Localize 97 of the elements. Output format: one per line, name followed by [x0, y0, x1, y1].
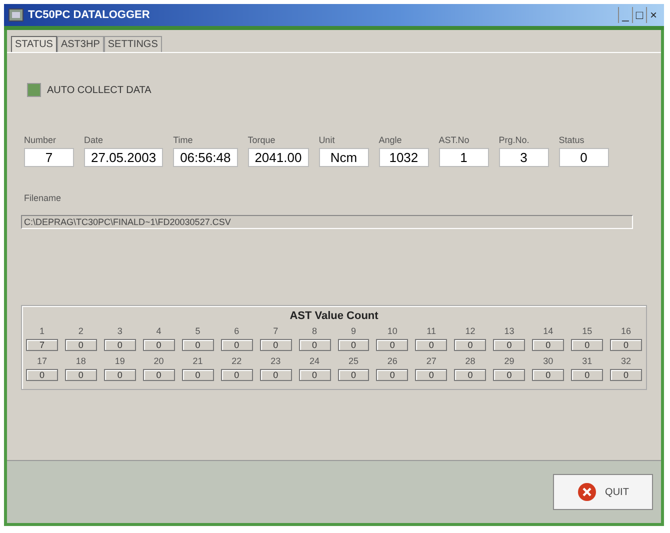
count-field: 0 — [610, 339, 642, 351]
count-label: 8 — [312, 326, 318, 336]
count-label: 12 — [465, 326, 476, 336]
count-field: 0 — [376, 369, 408, 381]
field-label: Date — [84, 135, 104, 145]
checkbox[interactable] — [27, 83, 41, 97]
count-field: 0 — [493, 369, 526, 381]
count-field: 0 — [142, 339, 175, 351]
count-label: 26 — [387, 356, 398, 366]
count-label: 1 — [39, 326, 44, 336]
tab[interactable]: SETTINGS — [104, 36, 162, 52]
field-label: Filename — [23, 193, 62, 203]
count-field: 0 — [610, 369, 642, 381]
count-label: 32 — [621, 356, 632, 366]
count-label: 16 — [621, 326, 632, 336]
count-label: 25 — [348, 356, 358, 366]
count-label: 19 — [114, 356, 125, 366]
filename-field[interactable]: C:\DEPRAG\TC30PC\FINALD~1\FD20030527.CSV — [21, 215, 633, 229]
count-label: 14 — [543, 326, 554, 336]
group-title: AST Value Count — [290, 310, 378, 322]
count-field: 0 — [64, 339, 97, 351]
count-field: 0 — [220, 339, 253, 351]
count-field: 0 — [338, 339, 370, 351]
tab[interactable]: STATUS — [11, 36, 57, 52]
field-label: Angle — [378, 135, 402, 145]
count-field: 0 — [454, 339, 486, 351]
count-field: 0 — [338, 369, 370, 381]
count-field: 0 — [104, 369, 136, 381]
count-label: 4 — [156, 326, 162, 336]
count-label: 18 — [76, 356, 86, 366]
value-field[interactable]: 1 — [438, 148, 489, 167]
maximize-button[interactable]: □ — [632, 7, 646, 23]
count-label: 20 — [154, 356, 164, 366]
count-field: 0 — [376, 339, 408, 351]
window-title: TC50PC DATALOGGER — [28, 9, 151, 21]
minimize-button[interactable]: _ — [618, 7, 632, 23]
close-icon — [577, 482, 598, 502]
value-field[interactable]: 06:56:48 — [173, 148, 238, 167]
value-field[interactable]: 27.05.2003 — [84, 148, 164, 167]
count-field: 0 — [220, 369, 253, 381]
tab[interactable]: AST3HP — [56, 36, 104, 52]
count-field: 7 — [26, 339, 58, 351]
count-field: 0 — [298, 339, 330, 351]
checkbox-label: AUTO COLLECT DATA — [47, 84, 152, 96]
count-label: 31 — [582, 356, 592, 366]
field-label: Status — [558, 135, 584, 145]
count-field: 0 — [493, 339, 526, 351]
count-field: 0 — [415, 369, 448, 381]
count-label: 28 — [465, 356, 476, 366]
count-field: 0 — [571, 369, 604, 381]
count-field: 0 — [260, 339, 292, 351]
value-field[interactable]: 1032 — [378, 148, 429, 167]
count-field: 0 — [415, 339, 448, 351]
count-label: 5 — [195, 326, 200, 336]
count-label: 9 — [350, 326, 356, 336]
count-label: 15 — [582, 326, 592, 336]
count-field: 0 — [532, 369, 564, 381]
field-label: AST.No — [438, 135, 470, 145]
value-field[interactable]: Ncm — [318, 148, 369, 167]
count-field: 0 — [182, 369, 214, 381]
count-label: 10 — [387, 326, 398, 336]
count-field: 0 — [571, 339, 604, 351]
value-field[interactable]: 7 — [24, 148, 74, 167]
count-field: 0 — [260, 369, 292, 381]
field-label: Torque — [248, 135, 276, 145]
count-field: 0 — [64, 369, 97, 381]
value-field[interactable]: 2041.00 — [248, 148, 309, 167]
count-field: 0 — [26, 369, 58, 381]
count-label: 30 — [543, 356, 554, 366]
count-label: 7 — [273, 326, 278, 336]
count-field: 0 — [454, 369, 486, 381]
count-field: 0 — [142, 369, 175, 381]
count-label: 21 — [192, 356, 203, 366]
count-field: 0 — [104, 339, 136, 351]
quit-button[interactable]: QUIT — [553, 474, 653, 510]
count-label: 24 — [310, 356, 320, 366]
value-field[interactable]: 3 — [498, 148, 549, 167]
count-label: 3 — [117, 326, 122, 336]
count-label: 11 — [426, 326, 436, 336]
count-field: 0 — [182, 339, 214, 351]
count-label: 13 — [504, 326, 514, 336]
value-field[interactable]: 0 — [558, 148, 609, 167]
count-label: 23 — [270, 356, 281, 366]
field-label: Number — [24, 135, 56, 145]
count-label: 6 — [234, 326, 240, 336]
count-label: 29 — [504, 356, 514, 366]
close-button[interactable]: × — [646, 7, 660, 23]
count-label: 22 — [232, 356, 242, 366]
count-label: 27 — [426, 356, 436, 366]
count-field: 0 — [298, 369, 330, 381]
field-label: Time — [173, 135, 193, 145]
field-label: Unit — [318, 135, 335, 145]
field-label: Prg.No. — [498, 135, 530, 145]
count-label: 2 — [78, 326, 84, 336]
count-field: 0 — [532, 339, 564, 351]
count-label: 17 — [36, 356, 47, 366]
app-icon — [8, 7, 24, 23]
